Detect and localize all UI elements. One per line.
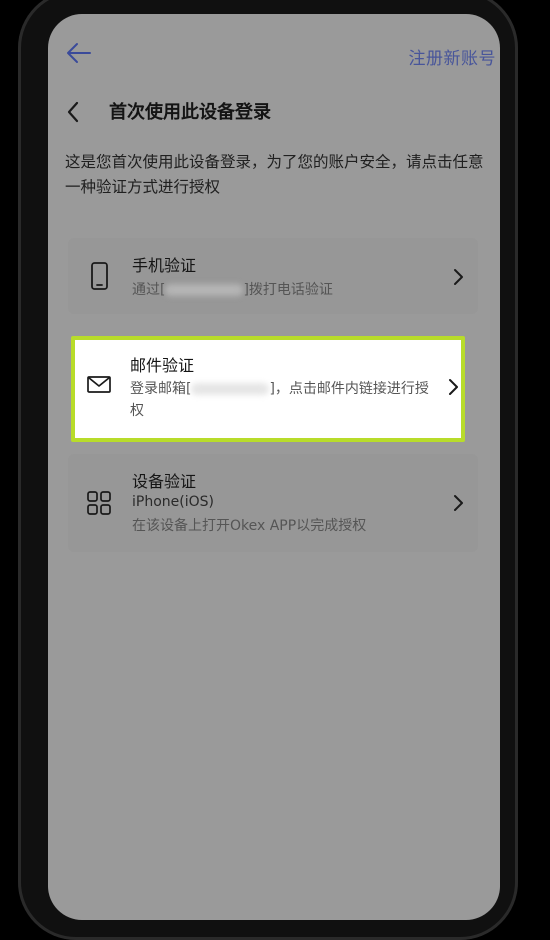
phone-verification-option[interactable]: 手机验证 通过[]拨打电话验证: [68, 238, 478, 314]
masked-email-address: [191, 383, 270, 395]
email-option-title: 邮件验证: [130, 356, 195, 375]
phone-option-subtitle: 通过[]拨打电话验证: [132, 282, 333, 298]
chevron-right-icon: [449, 379, 458, 395]
background-app-bar: 注册新账号: [48, 14, 500, 70]
screen: 注册新账号 首次使用此设备登录 这是您首次使用此设备登录，为了您的账户安全，请点…: [48, 14, 500, 920]
device-name: iPhone(iOS): [132, 494, 214, 510]
phone-icon: [91, 262, 108, 290]
grid-icon: [87, 491, 111, 515]
verification-sheet: 首次使用此设备登录 这是您首次使用此设备登录，为了您的账户安全，请点击任意一种验…: [48, 72, 500, 920]
chevron-right-icon: [454, 269, 463, 285]
email-option-subtitle: 登录邮箱[]，点击邮件内链接进行授权: [130, 381, 429, 419]
email-verification-option[interactable]: 邮件验证 登录邮箱[]，点击邮件内链接进行授权: [71, 336, 465, 442]
mail-icon: [87, 376, 111, 393]
register-link[interactable]: 注册新账号: [409, 44, 497, 69]
device-verification-option[interactable]: 设备验证 iPhone(iOS) 在该设备上打开Okex APP以完成授权: [68, 454, 478, 552]
chevron-right-icon: [454, 495, 463, 511]
page-title: 首次使用此设备登录: [109, 102, 271, 123]
intro-text: 这是您首次使用此设备登录，为了您的账户安全，请点击任意一种验证方式进行授权: [65, 153, 484, 196]
background-back-arrow-icon[interactable]: [64, 40, 94, 66]
device-option-subtitle: 在该设备上打开Okex APP以完成授权: [132, 518, 367, 534]
device-option-title: 设备验证: [132, 472, 197, 491]
back-chevron-icon[interactable]: [64, 100, 82, 124]
masked-phone-number: [165, 284, 244, 296]
phone-option-title: 手机验证: [132, 256, 197, 275]
